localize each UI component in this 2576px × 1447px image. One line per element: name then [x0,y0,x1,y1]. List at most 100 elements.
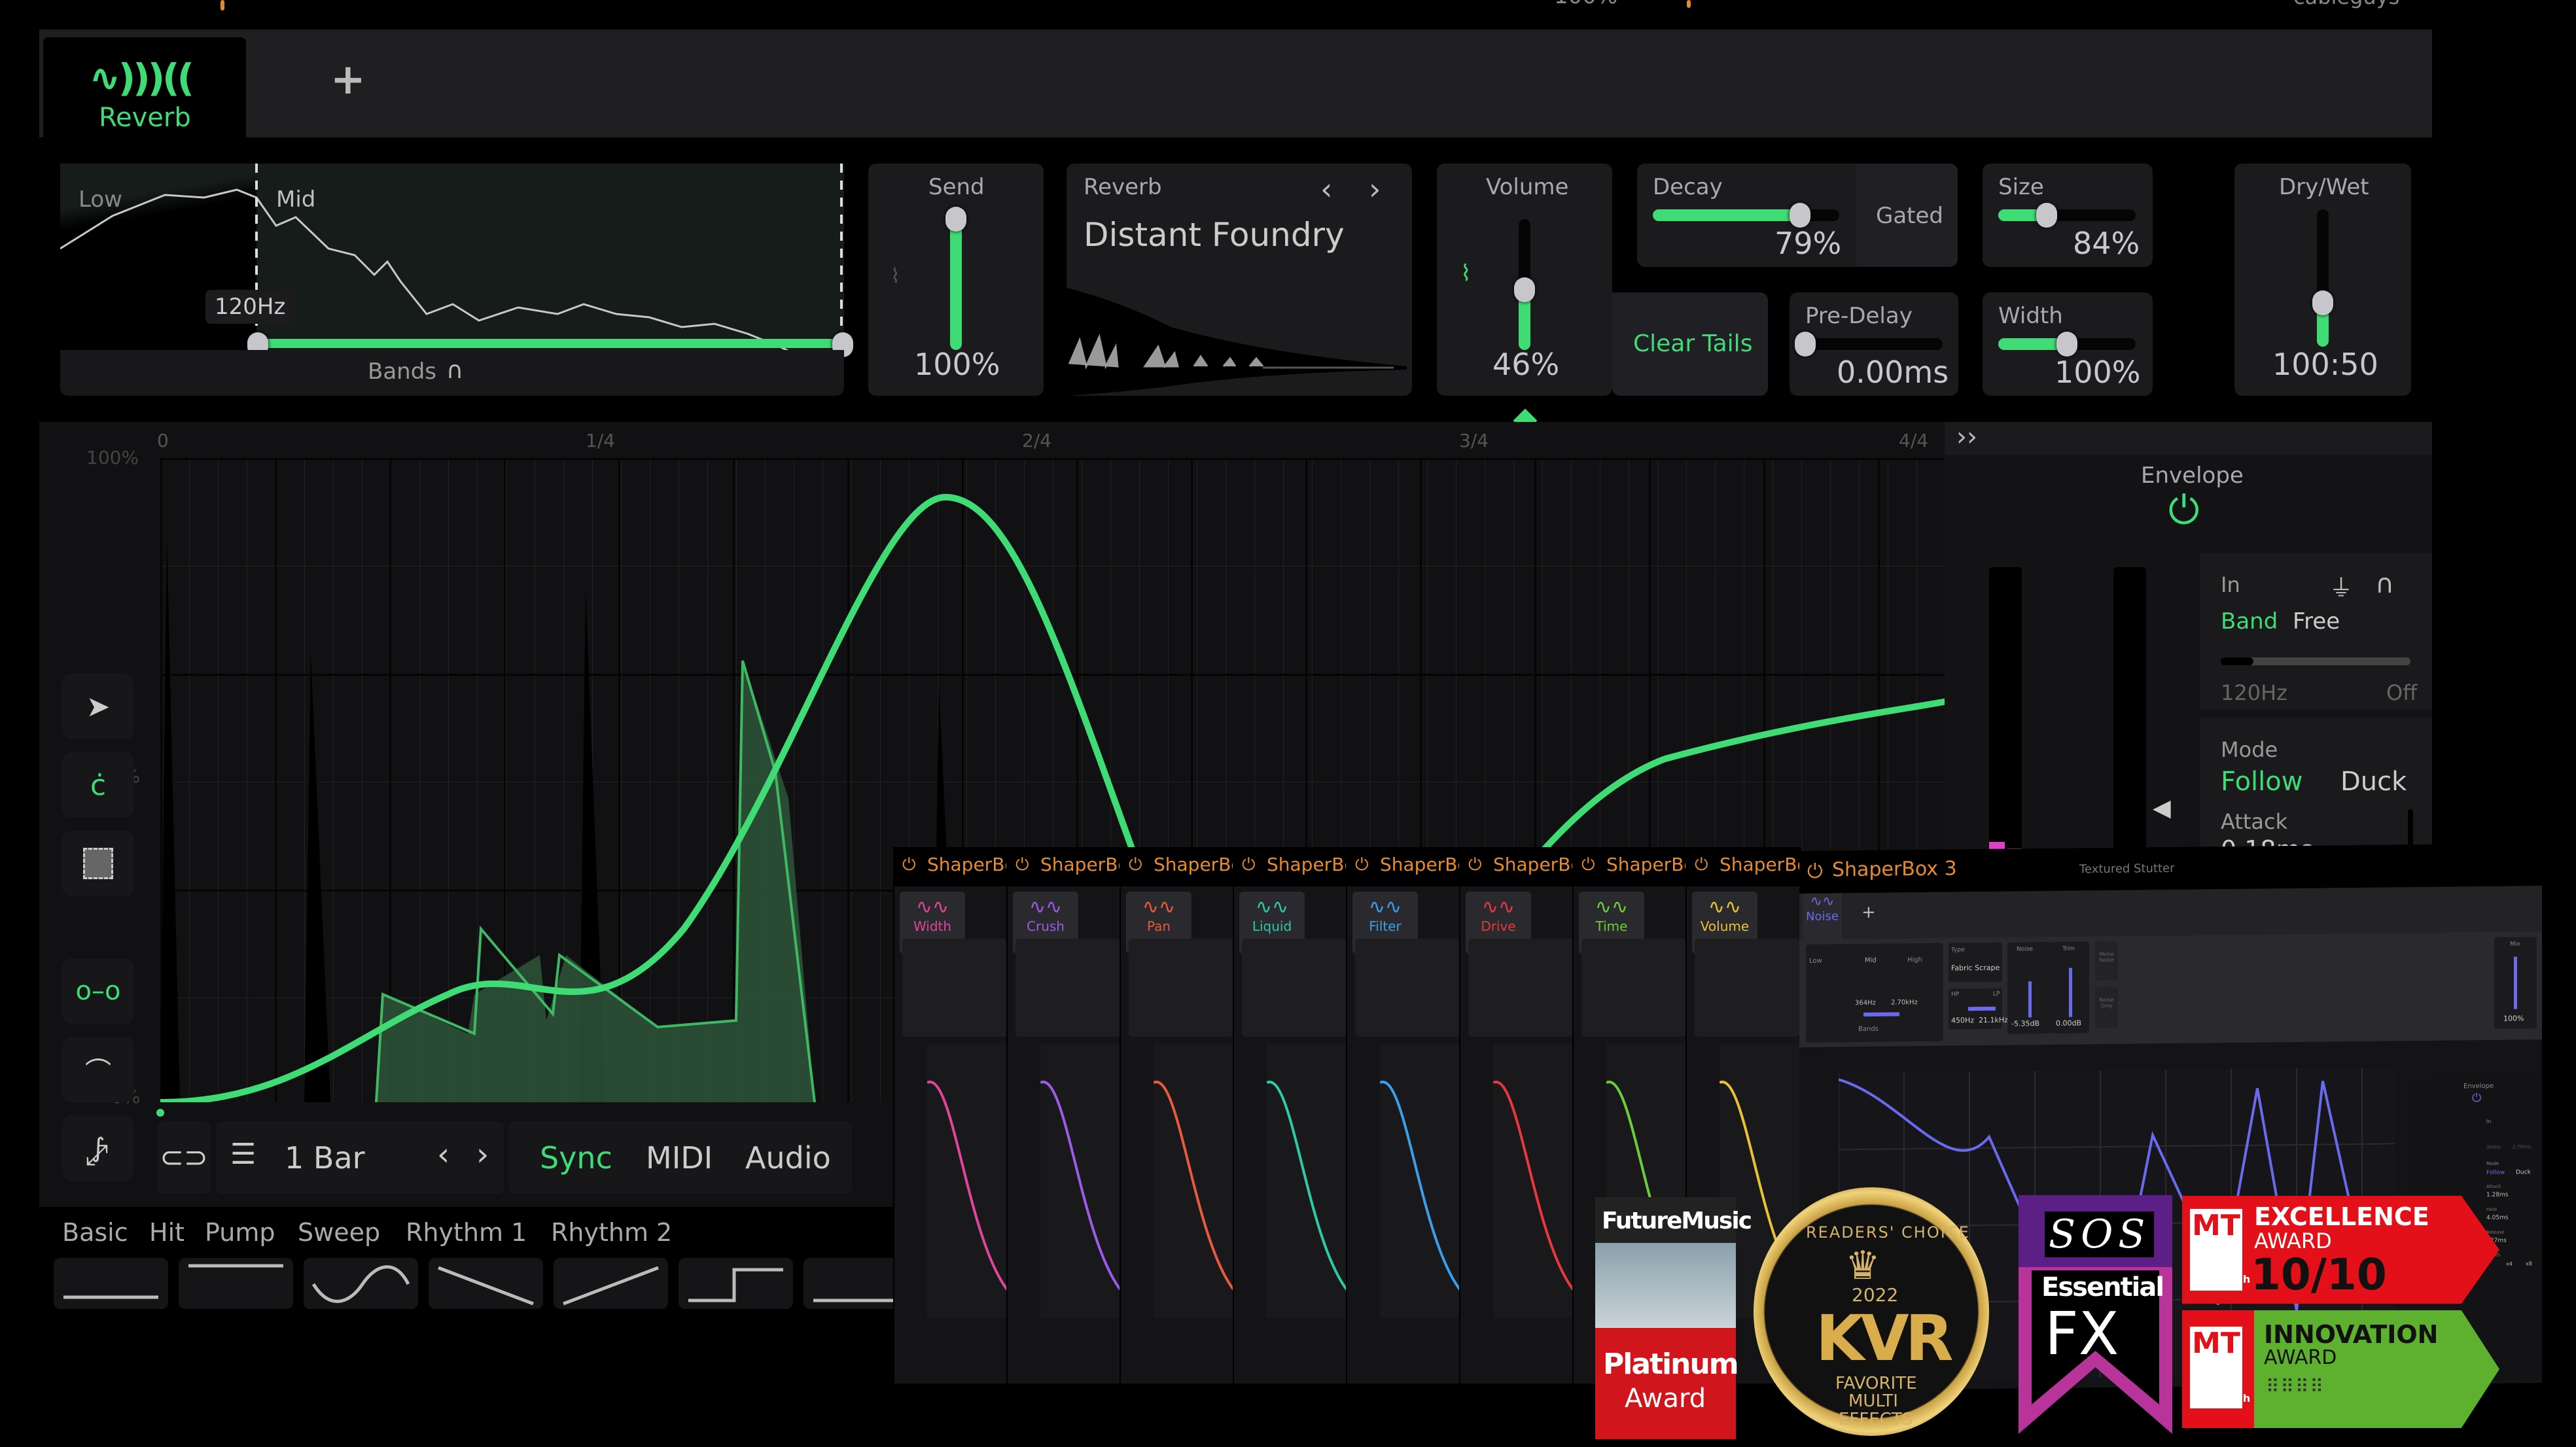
mode-midi[interactable]: MIDI [646,1140,713,1176]
add-tab-button[interactable]: + [330,56,366,104]
mt-inn-l1: INNOVATION [2264,1320,2439,1349]
length-next[interactable]: › [476,1136,489,1173]
overlay-tab-label: Volume [1700,918,1750,934]
noise-env-x8[interactable]: x8 [2526,1261,2532,1266]
mode-sync[interactable]: Sync [540,1140,612,1176]
overlay-power-icon[interactable]: ⏻ [1015,855,1029,875]
overlay-power-icon[interactable]: ⏻ [1581,855,1595,875]
sidechain-icon[interactable]: ⏚ [2329,569,2353,603]
noise-bands[interactable]: Low Mid High 364Hz 2.70kHz Bands [1806,943,1943,1043]
noise-preset-name[interactable]: Textured Stutter [2079,862,2175,877]
in-range-slider[interactable] [2221,657,2410,665]
width-slider-handle[interactable] [2056,332,2077,357]
volume-mod-icon[interactable]: ⌇ [1460,260,1472,287]
noise-tab[interactable]: ∿∿ Noise [1803,893,1842,939]
in-headphones-icon[interactable]: ∩ [2375,569,2394,599]
fullscreen-button[interactable]: ⤢ [77,1138,116,1177]
preset-ramp-up[interactable] [554,1258,668,1309]
linear-tool[interactable]: o–o [62,958,134,1024]
overlay-header: ⏻ ShaperBo [1574,847,1688,886]
prev-preset-button[interactable]: ‹ [1320,171,1332,207]
noise-band-range[interactable] [1863,1012,1899,1017]
overlay-band-panel [1129,939,1233,1037]
volume-slider-handle[interactable] [1514,277,1535,302]
mono-noise-button[interactable]: Mono Noise [2095,941,2118,981]
send-slider[interactable] [950,219,962,350]
size-slider[interactable] [1998,209,2136,221]
preset-cat-rhythm1[interactable]: Rhythm 1 [406,1218,527,1247]
preset-cat-sweep[interactable]: Sweep [298,1218,380,1247]
pre-delay-slider[interactable] [1805,338,1943,350]
dry-wet-slider[interactable] [2317,209,2329,347]
width-value: 100% [2055,355,2141,390]
envelope-panel: ›› Envelope ⏻ ◀ In ⏚ ∩ Band Free 120Hz O… [1945,422,2432,888]
next-preset-button[interactable]: › [1369,171,1381,207]
overlay-power-icon[interactable]: ⏻ [1695,855,1708,875]
noise-filter-range[interactable] [1968,1006,1996,1011]
reverb-preset-name[interactable]: Distant Foundry [1084,216,1345,254]
preset-sine[interactable] [304,1258,418,1309]
noise-env-follow[interactable]: Follow [2486,1170,2505,1176]
start-node[interactable] [156,1109,164,1117]
grid-menu-icon[interactable]: ☰ [230,1138,256,1171]
overlay-power-icon[interactable]: ⏻ [1355,855,1369,875]
noise-env-power-icon[interactable]: ⏻ [2472,1091,2481,1105]
mode-duck[interactable]: Duck [2340,767,2407,797]
noise-only-button[interactable]: Noise Only [2095,986,2118,1028]
noise-level[interactable]: Noise -5.35dB [2007,941,2053,1034]
noise-filter[interactable]: HP LP 450Hz 21.1kHz [1949,988,2008,1030]
mode-follow[interactable]: Follow [2221,767,2303,797]
select-tool[interactable] [62,831,134,896]
size-slider-handle[interactable] [2036,203,2057,228]
noise-mix[interactable]: Mix 100% [2494,937,2537,1029]
noise-hp-value: 450Hz [1951,1016,1975,1025]
in-mode-free[interactable]: Free [2293,608,2340,635]
preset-cat-rhythm2[interactable]: Rhythm 2 [551,1218,672,1247]
clear-tails-button[interactable]: Clear Tails [1612,292,1768,396]
mt-exc-brand: MusicTech [2190,1273,2251,1285]
decay-slider-handle[interactable] [1790,203,1811,228]
flat-low-icon [63,1295,158,1299]
noise-trim[interactable]: Trim 0.00dB [2053,941,2089,1034]
decay-label: Decay [1653,174,1723,200]
dry-wet-slider-handle[interactable] [2312,290,2333,315]
envelope-power-icon[interactable]: ⏻ [2168,487,2199,533]
decay-slider[interactable] [1653,209,1839,221]
gated-label[interactable]: Gated [1876,203,1943,229]
noise-type[interactable]: Type Fabric Scrape [1949,942,2002,983]
overlay-power-icon[interactable]: ⏻ [1129,855,1142,875]
overlay-header: ⏻ ShaperBo [1008,847,1122,886]
overlay-power-icon[interactable]: ⏻ [1468,855,1482,875]
preset-cat-pump[interactable]: Pump [205,1218,275,1247]
noise-env-x4[interactable]: x4 [2506,1261,2513,1267]
length-value[interactable]: 1 Bar [285,1140,365,1176]
arc-tool[interactable]: ⌒ [62,1037,134,1102]
noise-power-icon[interactable]: ⏻ [1807,860,1823,883]
noise-env-duck[interactable]: Duck [2516,1169,2531,1176]
collapse-button[interactable]: ›› [1956,422,1977,452]
preset-flat-low[interactable] [54,1258,168,1309]
headphones-icon[interactable]: ∩ [446,357,463,384]
send-slider-handle[interactable] [945,207,966,232]
preset-cat-hit[interactable]: Hit [149,1218,185,1247]
length-prev[interactable]: ‹ [437,1136,450,1173]
preset-flat-high[interactable] [179,1258,293,1309]
in-mode-band[interactable]: Band [2221,608,2278,635]
band-range-bar[interactable] [256,339,841,348]
preset-cat-basic[interactable]: Basic [62,1218,128,1247]
mid-band-label: Mid [276,186,316,213]
threshold-arrow[interactable]: ◀ [2153,795,2171,822]
noise-add-tab[interactable]: + [1861,903,1876,922]
preset-ramp-down[interactable] [429,1258,543,1309]
mode-audio[interactable]: Audio [745,1140,831,1176]
link-button[interactable]: ⊂⊃ [157,1122,211,1194]
overlay-power-icon[interactable]: ⏻ [1242,855,1256,875]
draw-tool[interactable]: ċ [62,752,134,818]
pre-delay-slider-handle[interactable] [1795,332,1816,357]
tab-reverb[interactable]: ∿)))(( Reverb [43,37,246,137]
overlay-tab-icon: ∿∿ [1595,896,1629,918]
noise-lp-label: LP [1993,990,2000,998]
pointer-tool[interactable]: ➤ [62,674,134,739]
preset-step-up[interactable] [679,1258,793,1309]
overlay-power-icon[interactable]: ⏻ [902,855,916,875]
